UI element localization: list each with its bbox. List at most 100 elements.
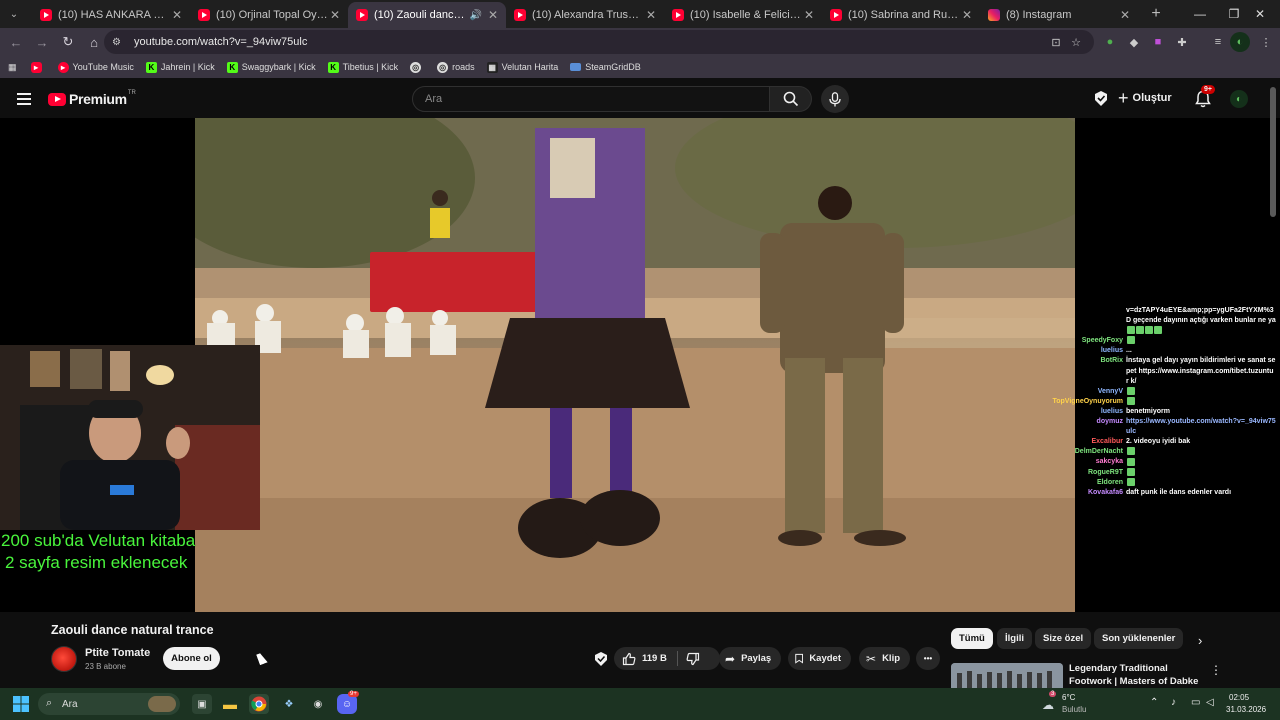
bookmark-item[interactable]: K Swaggybark | Kick (226, 61, 316, 73)
file-explorer-icon[interactable]: ▬ (220, 694, 240, 714)
channel-avatar[interactable] (51, 646, 77, 672)
bookmark-label: Velutan Harita (501, 62, 559, 72)
close-tab-icon[interactable]: ✕ (1118, 8, 1132, 22)
more-actions-button[interactable]: ••• (916, 647, 940, 670)
chat-username: sakcyka (1095, 458, 1123, 466)
bookmark-star-icon[interactable]: ☆ (1066, 32, 1086, 52)
close-tab-icon[interactable]: ✕ (486, 8, 500, 22)
close-tab-icon[interactable]: ✕ (802, 8, 816, 22)
chat-message: BotRix İnstaya gel dayı yayın bildirimler… (1040, 356, 1276, 386)
menu-icon[interactable] (17, 93, 31, 105)
chevron-right-icon[interactable]: › (1198, 633, 1202, 648)
account-avatar[interactable]: ◐ (1230, 90, 1248, 108)
search-button[interactable] (770, 86, 812, 112)
clip-button[interactable]: ✂ Klip (859, 647, 910, 670)
apps-grid-icon[interactable]: ▦ (8, 62, 17, 73)
close-tab-icon[interactable]: ✕ (170, 8, 184, 22)
browser-tab[interactable]: (10) Alexandra Trusova / Olymp✕ (506, 2, 664, 28)
network-icon[interactable]: ▭ (1191, 697, 1200, 708)
bookmark-item[interactable]: SteamGridDB (570, 62, 641, 72)
bookmark-item[interactable]: ▦ Velutan Harita (486, 61, 559, 73)
extension-diamond-icon[interactable]: ◆ (1124, 32, 1144, 52)
bookmark-item[interactable]: ▸ YouTube Music (57, 61, 134, 73)
discord-icon[interactable]: ☺ (337, 694, 357, 714)
show-hidden-icons-icon[interactable]: ⌃ (1150, 697, 1158, 708)
chrome-icon[interactable] (249, 694, 269, 714)
chip-recently-uploaded[interactable]: Son yüklenenler (1094, 628, 1184, 649)
youtube-icon (40, 9, 52, 21)
bookmark-item[interactable]: ▸ (30, 61, 46, 73)
tab-title: (10) HAS ANKARA OYUNU & A (58, 9, 170, 21)
video-frame[interactable] (195, 118, 1075, 612)
app-icon[interactable]: ❖ (279, 694, 299, 714)
like-button[interactable]: 119 B (614, 647, 667, 670)
audio-playing-icon[interactable]: 🔊 (470, 10, 482, 21)
browser-tab[interactable]: (10) Isabelle & Felicien - Soha✕ (664, 2, 822, 28)
address-bar[interactable]: ⚙ youtube.com/watch?v=_94viw75ulc (104, 30, 1094, 54)
weather-description: Bulutlu (1062, 705, 1087, 714)
browser-menu-icon[interactable]: ⋮ (1256, 32, 1276, 52)
microphone-tray-icon[interactable]: ♪ (1171, 697, 1176, 708)
chat-text-content: daft punk ile dans edenler vardı (1126, 488, 1232, 496)
close-tab-icon[interactable]: ✕ (960, 8, 974, 22)
close-tab-icon[interactable]: ✕ (328, 8, 342, 22)
related-video-title[interactable]: Legendary Traditional Footwork | Masters… (1069, 662, 1204, 688)
obs-icon[interactable]: ◉ (308, 694, 328, 714)
clock-time[interactable]: 02:05 (1229, 693, 1249, 702)
chip-for-you[interactable]: Size özel (1035, 628, 1092, 649)
close-window-button[interactable]: ✕ (1240, 0, 1280, 28)
windows-start-icon[interactable] (13, 696, 29, 712)
kick-icon: K (226, 61, 238, 73)
chat-message: Eldoren (1040, 477, 1276, 488)
chip-related[interactable]: İlgili (997, 628, 1032, 649)
weather-cloud-icon[interactable]: ☁ (1042, 698, 1054, 712)
subscriber-count: 23 B abone (85, 662, 126, 671)
bookmark-item[interactable]: K Tibetius | Kick (327, 61, 398, 73)
chat-emote-icon (1127, 326, 1135, 335)
volume-icon[interactable]: ◁ (1206, 697, 1214, 708)
task-view-icon[interactable]: ▣ (192, 694, 212, 714)
weather-temperature: 6°C (1062, 693, 1076, 702)
profile-avatar-icon[interactable]: ◐ (1230, 32, 1250, 52)
tab-title: (10) Alexandra Trusova / Olymp (532, 9, 644, 21)
extensions-puzzle-icon[interactable]: ✚ (1172, 32, 1192, 52)
kick-icon: K (145, 61, 157, 73)
browser-tab[interactable]: (8) Instagram ✕ (980, 2, 1138, 28)
clock-date[interactable]: 31.03.2026 (1226, 705, 1266, 714)
save-button[interactable]: Kaydet (788, 647, 851, 670)
home-button[interactable]: ⌂ (82, 30, 106, 54)
forward-button[interactable]: → (30, 30, 54, 54)
extension-shield-icon[interactable]: ● (1100, 32, 1120, 52)
youtube-logo[interactable]: Premium TR (48, 90, 136, 107)
premium-badge-icon[interactable] (593, 651, 609, 667)
taskbar-search-input[interactable]: ⌕ Ara (38, 693, 180, 715)
bookmark-item[interactable]: K Jahrein | Kick (145, 61, 215, 73)
premium-badge-icon[interactable] (1092, 90, 1110, 108)
create-button[interactable]: + Oluştur (1118, 89, 1172, 107)
browser-tab[interactable]: (10) Sabrina and Ruben Veliz -✕ (822, 2, 980, 28)
subscribe-button[interactable]: Abone ol (163, 647, 220, 670)
install-app-icon[interactable]: ⊡ (1046, 32, 1066, 52)
browser-tab[interactable]: (10) HAS ANKARA OYUNU & A✕ (32, 2, 190, 28)
bookmark-item[interactable]: ◎ (410, 61, 425, 73)
back-button[interactable]: ← (4, 30, 28, 54)
reload-button[interactable]: ↻ (56, 30, 80, 54)
new-tab-button[interactable]: + (1144, 5, 1168, 23)
site-info-icon[interactable]: ⚙ (112, 37, 126, 48)
extension-purple-icon[interactable]: ■ (1148, 32, 1168, 52)
share-button[interactable]: ➦ Paylaş (719, 647, 781, 670)
related-video-thumbnail[interactable] (951, 663, 1063, 689)
bookmark-item[interactable]: ◎ roads (437, 61, 475, 73)
search-input[interactable]: Ara (412, 86, 770, 112)
close-tab-icon[interactable]: ✕ (644, 8, 658, 22)
browser-tab[interactable]: (10) Zaouli dance natural tr🔊 ✕ (348, 2, 506, 28)
chip-all[interactable]: Tümü (951, 628, 993, 649)
tab-search-button[interactable]: ⌄ (2, 3, 26, 25)
channel-name[interactable]: Ptite Tomate (85, 647, 150, 659)
reading-list-icon[interactable]: ≡ (1208, 32, 1228, 52)
page-scrollbar[interactable] (1270, 87, 1276, 217)
voice-search-button[interactable] (821, 85, 849, 113)
thumbs-down-icon[interactable] (686, 652, 700, 666)
related-more-icon[interactable]: ⋮ (1210, 663, 1222, 677)
browser-tab[interactable]: (10) Orjinal Topal Oyunu (Topal✕ (190, 2, 348, 28)
